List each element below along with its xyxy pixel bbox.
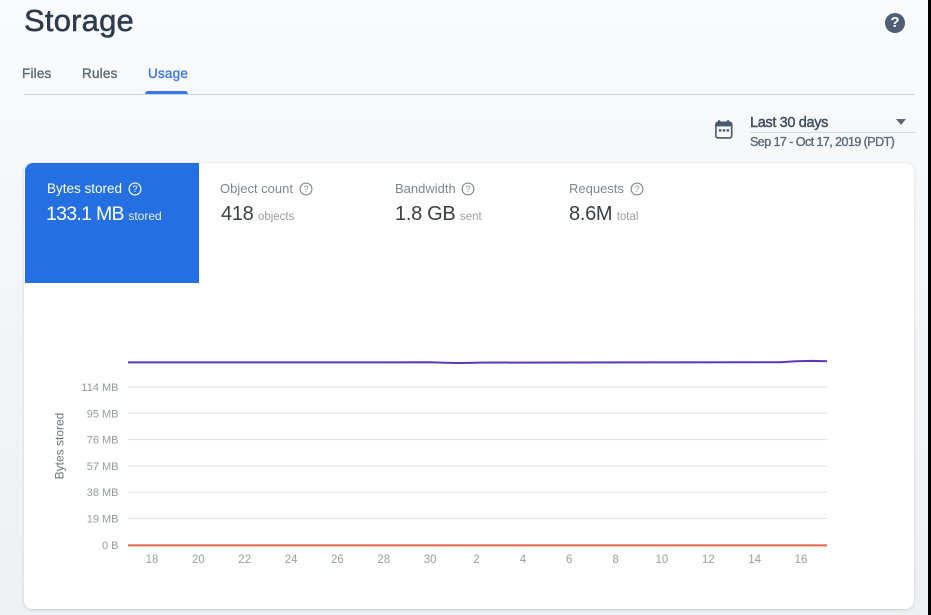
- svg-text:12: 12: [702, 554, 715, 566]
- svg-text:14: 14: [748, 554, 761, 566]
- svg-text:4: 4: [520, 554, 527, 566]
- svg-text:76 MB: 76 MB: [87, 435, 119, 447]
- svg-text:24: 24: [285, 554, 298, 566]
- svg-text:95 MB: 95 MB: [87, 408, 119, 420]
- svg-text:22: 22: [238, 554, 251, 566]
- svg-text:18: 18: [146, 554, 159, 566]
- svg-text:30: 30: [424, 554, 437, 566]
- svg-text:Bytes stored: Bytes stored: [53, 413, 67, 480]
- svg-text:2: 2: [473, 554, 479, 566]
- svg-text:0 B: 0 B: [102, 540, 119, 552]
- svg-text:28: 28: [377, 554, 390, 566]
- svg-text:26: 26: [331, 554, 344, 566]
- svg-text:8: 8: [612, 554, 618, 566]
- svg-text:16: 16: [795, 554, 808, 566]
- svg-text:10: 10: [656, 554, 669, 566]
- svg-text:6: 6: [566, 554, 572, 566]
- svg-text:114 MB: 114 MB: [81, 382, 118, 394]
- svg-text:38 MB: 38 MB: [87, 487, 119, 499]
- svg-text:19 MB: 19 MB: [87, 514, 119, 526]
- svg-text:57 MB: 57 MB: [87, 461, 119, 473]
- svg-text:20: 20: [192, 554, 205, 566]
